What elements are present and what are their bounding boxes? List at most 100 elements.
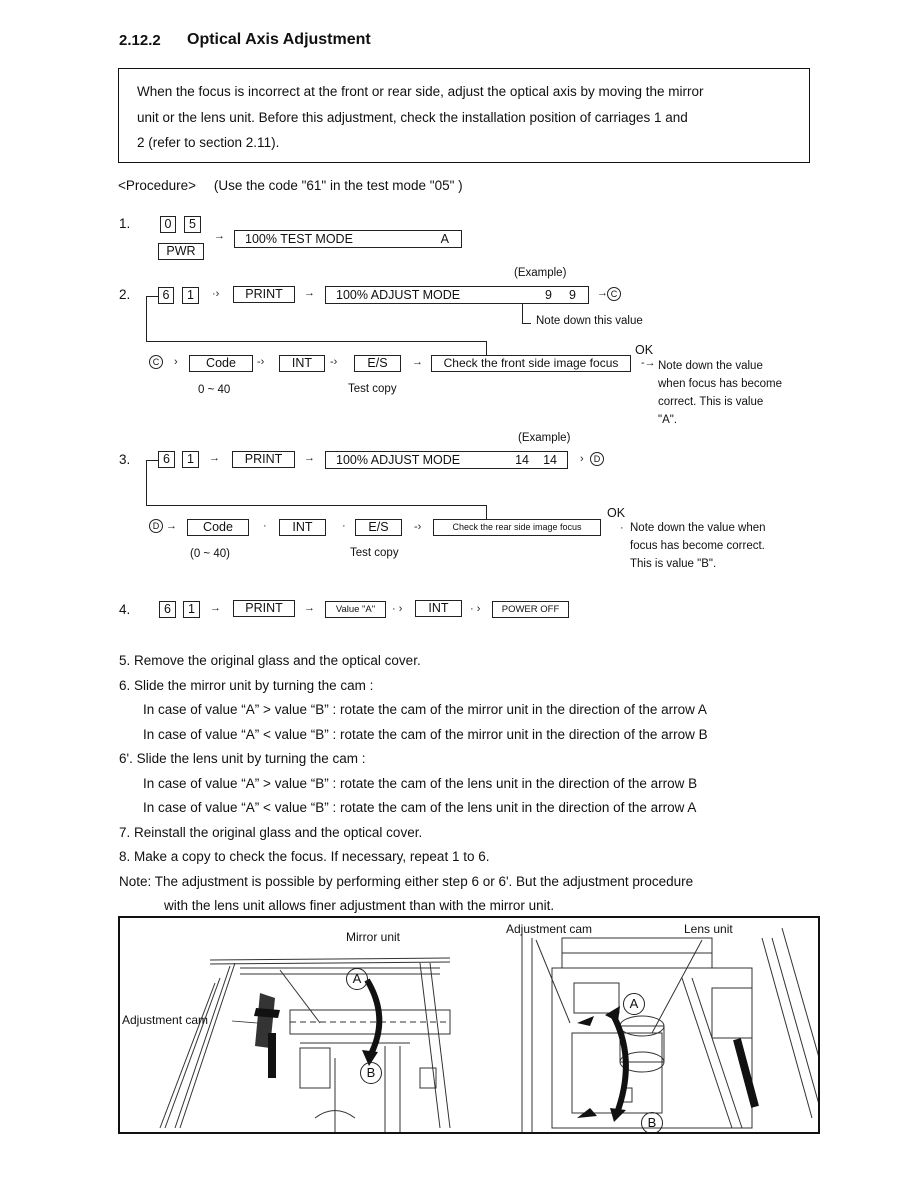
loop-line: [146, 505, 486, 506]
key-1: 1: [183, 601, 200, 618]
loop-line: [146, 296, 147, 342]
item-number: 5.: [119, 653, 131, 668]
note-text: The adjustment is possible by performing…: [154, 873, 694, 889]
note-label: Note:: [119, 873, 152, 889]
power-off-box: POWER OFF: [492, 601, 569, 618]
instruction-item: In case of value “A” > value “B” : rotat…: [119, 772, 708, 797]
key-1: 1: [182, 451, 199, 468]
intro-line: When the focus is incorrect at the front…: [137, 84, 704, 99]
arrow-icon: -›: [257, 356, 265, 368]
arrow-icon: -→: [641, 357, 656, 369]
code-range: 0 ~ 40: [198, 384, 231, 396]
note-line: Note down the value: [658, 360, 763, 372]
instruction-item: 6. Slide the mirror unit by turning the …: [119, 674, 708, 699]
instruction-item: 5. Remove the original glass and the opt…: [119, 649, 708, 674]
arrow-a-marker: A: [623, 993, 645, 1015]
note-text: with the lens unit allows finer adjustme…: [164, 898, 555, 913]
arrow-icon: ·: [263, 520, 267, 532]
display-adjust-mode: 100% ADJUST MODE 9 9: [325, 286, 589, 304]
note-paragraph: Note: The adjustment is possible by perf…: [119, 870, 708, 895]
display-value-1: 9: [545, 288, 552, 302]
key-0: 0: [160, 216, 176, 233]
section-title: Optical Axis Adjustment: [187, 31, 371, 48]
marker-c: C: [149, 355, 163, 369]
display-value-1: 14: [515, 453, 529, 467]
arrow-icon: →: [209, 452, 220, 464]
instruction-item: In case of value “A” < value “B” : rotat…: [119, 723, 708, 748]
note-line: correct. This is value: [658, 396, 764, 408]
arrow-b-marker: B: [641, 1112, 663, 1132]
loop-line: [146, 460, 147, 506]
note-value-a: Note down the value when focus has becom…: [658, 357, 782, 429]
es-caption: Test copy: [350, 547, 399, 559]
arrow-b-marker: B: [360, 1062, 382, 1084]
item-number: 6.: [119, 677, 131, 693]
bullet-icon: ·: [620, 522, 624, 534]
step-number: 2.: [119, 287, 131, 302]
marker-d: D: [590, 452, 604, 466]
note-line: Note down the value when: [630, 522, 766, 534]
display-value: A: [440, 232, 449, 246]
key-print: PRINT: [233, 600, 295, 617]
code-range: (0 ~ 40): [190, 548, 230, 560]
intro-line: 2 (refer to section 2.11).: [137, 135, 280, 150]
arrow-icon: -›: [414, 521, 422, 533]
instruction-item: In case of value “A” < value “B” : rotat…: [119, 796, 708, 821]
value-a-box: Value "A": [325, 601, 386, 618]
loop-line: [146, 341, 486, 342]
item-text: In case of value “A” < value “B” : rotat…: [143, 800, 697, 815]
mirror-unit-label: Mirror unit: [346, 930, 401, 944]
key-6: 6: [158, 287, 174, 304]
arrow-icon: · ›: [470, 603, 481, 615]
key-int: INT: [415, 600, 462, 617]
lens-unit-label: Lens unit: [684, 922, 733, 936]
note-down-label: Note down this value: [536, 315, 643, 327]
procedure-heading: <Procedure> (Use the code "61" in the te…: [118, 178, 463, 193]
key-6: 6: [158, 451, 175, 468]
note-paragraph-cont: with the lens unit allows finer adjustme…: [119, 894, 708, 919]
arrow-a-marker: A: [346, 968, 368, 990]
key-es: E/S: [355, 519, 402, 536]
item-text: In case of value “A” > value “B” : rotat…: [143, 775, 698, 791]
callout-line: [522, 323, 531, 324]
instruction-item: 6'. Slide the lens unit by turning the c…: [119, 747, 708, 772]
key-6: 6: [159, 601, 176, 618]
item-text: In case of value “A” < value “B” : rotat…: [143, 726, 708, 742]
item-text: Slide the lens unit by turning the cam :: [136, 751, 366, 766]
instruction-item: 7. Reinstall the original glass and the …: [119, 821, 708, 846]
key-pwr: PWR: [158, 243, 204, 260]
key-print: PRINT: [232, 451, 295, 468]
adjustment-cam-label: Adjustment cam: [506, 922, 593, 936]
item-text: Remove the original glass and the optica…: [134, 653, 421, 668]
section-number: 2.12.2: [119, 32, 161, 49]
instruction-item: 8. Make a copy to check the focus. If ne…: [119, 845, 708, 870]
ok-label: OK: [635, 343, 654, 357]
item-text: In case of value “A” > value “B” : rotat…: [143, 702, 707, 717]
procedure-label: <Procedure>: [118, 178, 197, 193]
check-rear-focus-box: Check the rear side image focus: [433, 519, 601, 536]
ok-label: OK: [607, 506, 626, 520]
display-text: 100% ADJUST MODE: [336, 288, 461, 302]
key-1: 1: [182, 287, 199, 304]
item-text: Make a copy to check the focus. If neces…: [134, 849, 490, 864]
display-value-2: 14: [543, 453, 557, 467]
example-label: (Example): [514, 267, 567, 279]
key-print: PRINT: [233, 286, 295, 303]
arrow-icon: →: [304, 452, 315, 464]
adjustment-cam-label: Adjustment cam: [122, 1013, 209, 1027]
step-number: 4.: [119, 602, 131, 617]
key-int: INT: [279, 519, 326, 536]
instruction-item: In case of value “A” > value “B” : rotat…: [119, 698, 708, 723]
intro-box: When the focus is incorrect at the front…: [118, 68, 810, 163]
arrow-icon: →: [210, 602, 221, 614]
marker-c: C: [607, 287, 621, 301]
item-text: Slide the mirror unit by turning the cam…: [134, 677, 374, 693]
key-code: Code: [189, 355, 253, 372]
item-number: 6'.: [119, 751, 133, 766]
es-caption: Test copy: [348, 383, 397, 395]
intro-line: unit or the lens unit. Before this adjus…: [137, 109, 688, 125]
arrow-icon: →: [214, 230, 225, 242]
figure-diagram: A B Mirror unit Adjustment cam A B Adjus…: [118, 916, 820, 1134]
step-number: 3.: [119, 452, 131, 467]
arrow-icon: ›: [174, 356, 178, 368]
